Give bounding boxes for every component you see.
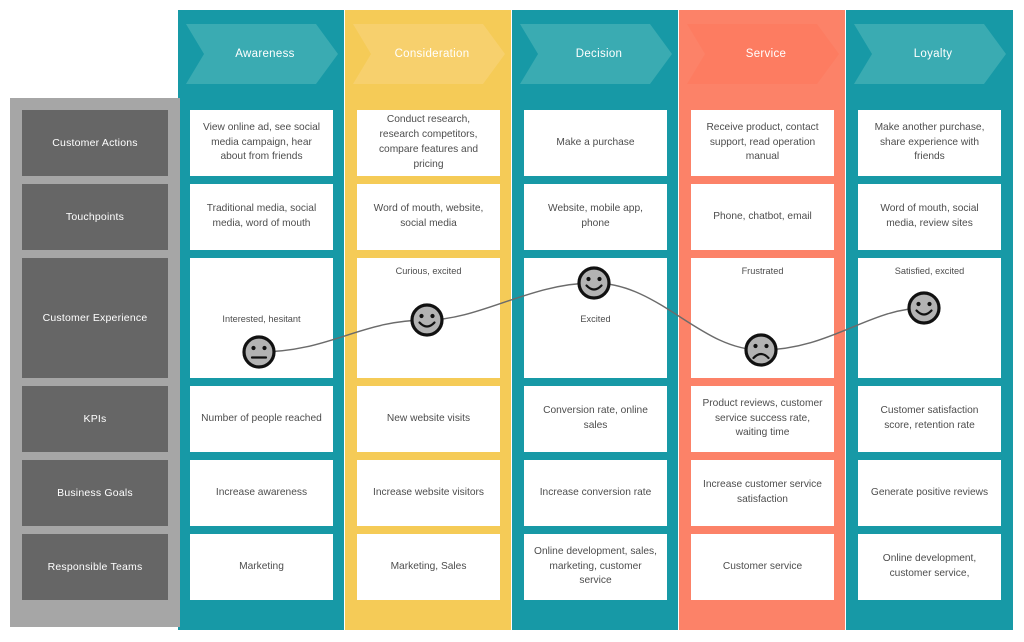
row-label-text: Customer Experience — [42, 312, 148, 324]
stage-header-awareness[interactable]: Awareness — [186, 24, 338, 84]
row-label-business-goals[interactable]: Business Goals — [22, 460, 168, 526]
happy-face-icon — [577, 266, 611, 300]
row-label-touchpoints[interactable]: Touchpoints — [22, 184, 168, 250]
cell-text: Satisfied, excited — [894, 266, 965, 276]
cell-text: Interested, hesitant — [222, 314, 301, 324]
cell-text: Generate positive reviews — [870, 486, 989, 498]
cell-text: Word of mouth, website, social media — [373, 203, 484, 229]
cell-text: Increase customer service satisfaction — [703, 479, 822, 505]
happy-face-icon — [907, 291, 941, 325]
cell-customer-actions-loyalty[interactable]: Make another purchase, share experience … — [858, 110, 1001, 176]
cell-text: Conduct research, research competitors, … — [378, 114, 479, 170]
cell-text: Increase awareness — [215, 486, 308, 498]
neutral-face-icon — [242, 335, 276, 369]
cell-text: Increase website visitors — [373, 486, 484, 498]
cell-text: Increase conversion rate — [539, 486, 652, 498]
stage-header-label: Decision — [575, 48, 623, 60]
row-label-text: Touchpoints — [65, 211, 125, 223]
row-label-text: Customer Actions — [52, 137, 138, 149]
cell-text: View online ad, see social media campaig… — [202, 121, 321, 163]
cell-text: Product reviews, customer service succes… — [702, 397, 823, 439]
cell-text: New website visits — [386, 412, 471, 424]
cell-text: Word of mouth, social media, review site… — [880, 203, 979, 229]
cell-business-goals-service[interactable]: Increase customer service satisfaction — [691, 460, 834, 526]
stage-header-label: Awareness — [235, 48, 295, 60]
cell-text: Phone, chatbot, email — [713, 210, 812, 222]
cell-kpis-decision[interactable]: Conversion rate, online sales — [524, 386, 667, 452]
row-label-text: Business Goals — [57, 487, 133, 499]
stage-header-service[interactable]: Service — [687, 24, 839, 84]
row-label-customer-experience[interactable]: Customer Experience — [22, 258, 168, 378]
cell-business-goals-awareness[interactable]: Increase awareness — [190, 460, 333, 526]
stage-header-label: Service — [745, 48, 787, 60]
cell-responsible-teams-service[interactable]: Customer service — [691, 534, 834, 600]
cell-touchpoints-decision[interactable]: Website, mobile app, phone — [524, 184, 667, 250]
stage-header-decision[interactable]: Decision — [520, 24, 672, 84]
cell-text: Excited — [580, 314, 611, 324]
journey-map-canvas: Awareness Consideration Decision Service… — [0, 0, 1024, 642]
cell-responsible-teams-consideration[interactable]: Marketing, Sales — [357, 534, 500, 600]
stage-header-consideration[interactable]: Consideration — [353, 24, 505, 84]
cell-touchpoints-service[interactable]: Phone, chatbot, email — [691, 184, 834, 250]
cell-business-goals-decision[interactable]: Increase conversion rate — [524, 460, 667, 526]
cell-text: Marketing — [239, 560, 284, 572]
cell-responsible-teams-loyalty[interactable]: Online development, customer service, — [858, 534, 1001, 600]
cell-text: Traditional media, social media, word of… — [206, 203, 317, 229]
row-label-text: KPIs — [83, 413, 107, 425]
cell-business-goals-consideration[interactable]: Increase website visitors — [357, 460, 500, 526]
happy-face-icon — [410, 303, 444, 337]
cell-touchpoints-consideration[interactable]: Word of mouth, website, social media — [357, 184, 500, 250]
row-label-rail: Customer Actions Touchpoints Customer Ex… — [10, 98, 180, 627]
cell-text: Number of people reached — [201, 412, 322, 424]
cell-text: Make another purchase, share experience … — [874, 121, 985, 163]
cell-text: Marketing, Sales — [390, 560, 467, 572]
cell-text: Frustrated — [741, 266, 784, 276]
cell-text: Make a purchase — [556, 136, 635, 148]
cell-customer-actions-decision[interactable]: Make a purchase — [524, 110, 667, 176]
cell-text: Online development, sales, marketing, cu… — [534, 545, 657, 587]
cell-text: Receive product, contact support, read o… — [706, 121, 819, 163]
cell-customer-actions-awareness[interactable]: View online ad, see social media campaig… — [190, 110, 333, 176]
row-label-text: Responsible Teams — [47, 561, 143, 573]
cell-text: Online development, customer service, — [882, 553, 977, 579]
cell-kpis-loyalty[interactable]: Customer satisfaction score, retention r… — [858, 386, 1001, 452]
cell-text: Curious, excited — [395, 266, 462, 276]
cell-kpis-service[interactable]: Product reviews, customer service succes… — [691, 386, 834, 452]
cell-customer-actions-consideration[interactable]: Conduct research, research competitors, … — [357, 110, 500, 176]
sad-face-icon — [744, 333, 778, 367]
cell-business-goals-loyalty[interactable]: Generate positive reviews — [858, 460, 1001, 526]
cell-text: Customer service — [722, 560, 803, 572]
stage-header-label: Loyalty — [913, 48, 953, 60]
cell-responsible-teams-decision[interactable]: Online development, sales, marketing, cu… — [524, 534, 667, 600]
stage-header-label: Consideration — [394, 48, 470, 60]
cell-text: Customer satisfaction score, retention r… — [880, 405, 979, 431]
cell-touchpoints-loyalty[interactable]: Word of mouth, social media, review site… — [858, 184, 1001, 250]
cell-customer-actions-service[interactable]: Receive product, contact support, read o… — [691, 110, 834, 176]
cell-touchpoints-awareness[interactable]: Traditional media, social media, word of… — [190, 184, 333, 250]
row-label-kpis[interactable]: KPIs — [22, 386, 168, 452]
cell-text: Website, mobile app, phone — [548, 203, 643, 229]
row-label-responsible-teams[interactable]: Responsible Teams — [22, 534, 168, 600]
cell-kpis-consideration[interactable]: New website visits — [357, 386, 500, 452]
stage-header-loyalty[interactable]: Loyalty — [854, 24, 1006, 84]
cell-kpis-awareness[interactable]: Number of people reached — [190, 386, 333, 452]
row-label-customer-actions[interactable]: Customer Actions — [22, 110, 168, 176]
cell-responsible-teams-awareness[interactable]: Marketing — [190, 534, 333, 600]
cell-text: Conversion rate, online sales — [543, 405, 648, 431]
